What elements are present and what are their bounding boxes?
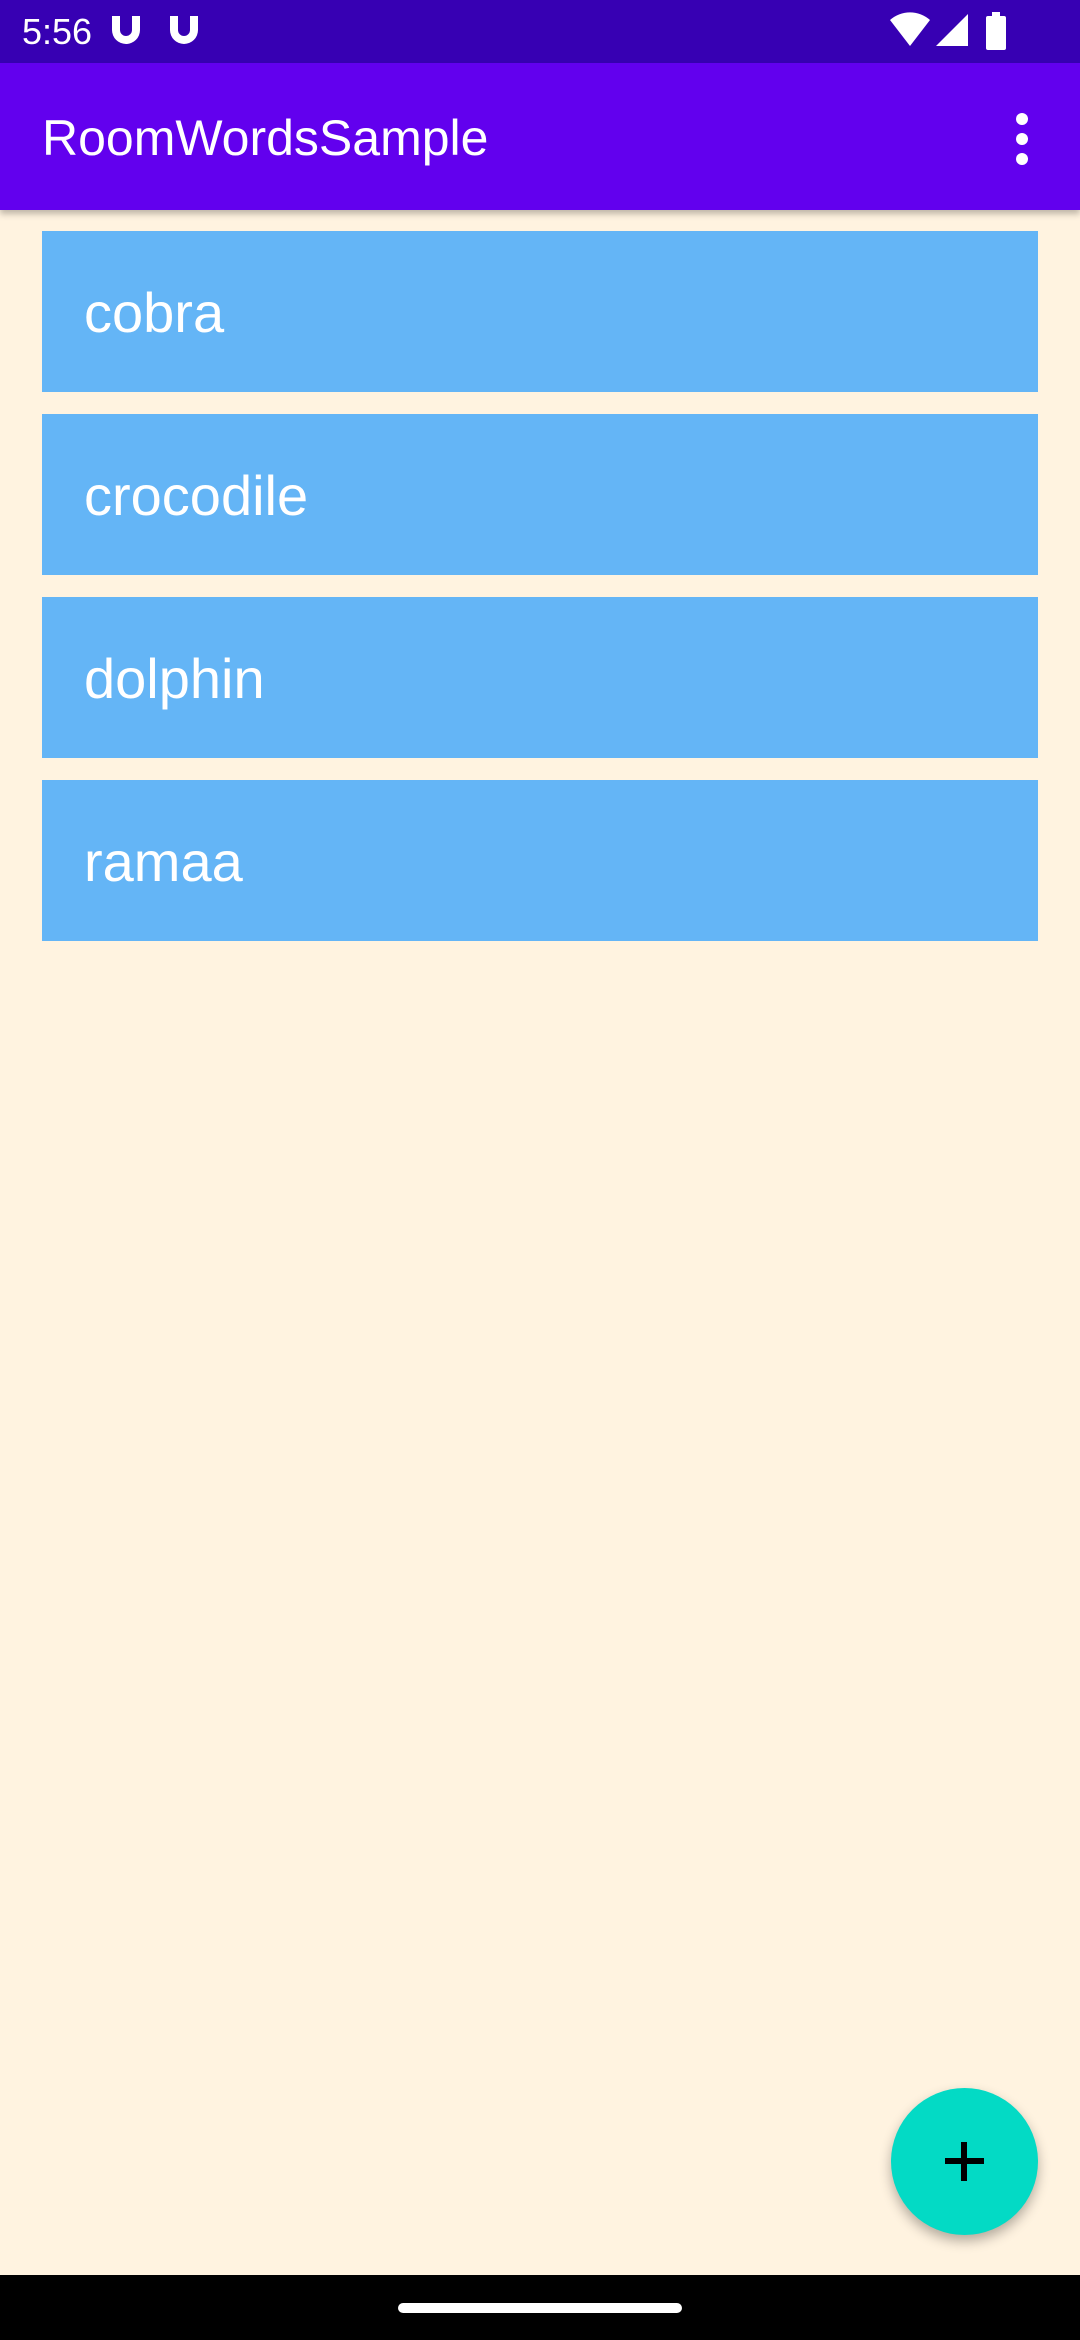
word-text: dolphin (84, 647, 265, 710)
status-bar: 5:56 (0, 0, 1080, 63)
app-title: RoomWordsSample (42, 110, 489, 166)
list-item[interactable]: crocodile (42, 414, 1038, 575)
word-text: crocodile (84, 464, 309, 527)
more-vert-icon (990, 113, 1054, 179)
add-word-button[interactable] (891, 2088, 1038, 2235)
app-bar: RoomWordsSample (0, 63, 1080, 210)
status-time: 5:56 (22, 11, 93, 52)
word-text: ramaa (84, 830, 243, 893)
list-item[interactable]: dolphin (42, 597, 1038, 758)
word-text: cobra (84, 281, 225, 344)
more-options-button[interactable] (990, 103, 1054, 175)
home-gesture-handle[interactable] (398, 2303, 682, 2313)
list-item[interactable]: ramaa (42, 780, 1038, 941)
battery-icon (986, 12, 1006, 55)
wifi-icon (890, 12, 930, 53)
magnet-notification-icon (164, 12, 204, 52)
magnet-notification-icon (106, 12, 146, 52)
list-item[interactable]: cobra (42, 231, 1038, 392)
navigation-bar (0, 2275, 1080, 2340)
cell-signal-icon (934, 12, 970, 53)
